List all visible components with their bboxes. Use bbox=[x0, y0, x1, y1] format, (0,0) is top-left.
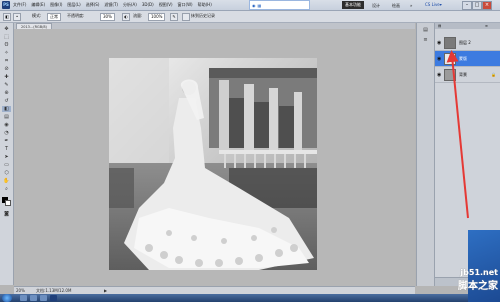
taskbar-app-icon[interactable] bbox=[20, 295, 27, 301]
watermark-site: jb51.net bbox=[460, 268, 498, 277]
red-arrow bbox=[446, 50, 469, 219]
start-button[interactable] bbox=[2, 294, 12, 302]
taskbar-photoshop-icon[interactable] bbox=[50, 295, 57, 301]
taskbar-app-icon[interactable] bbox=[30, 295, 37, 301]
watermark-brand: 脚本之家 bbox=[458, 281, 498, 292]
windows-taskbar bbox=[0, 294, 500, 302]
annotation-overlay bbox=[446, 50, 469, 219]
taskbar-app-icon[interactable] bbox=[40, 295, 47, 301]
site-watermark: jb51.net 脚本之家 bbox=[458, 268, 498, 292]
